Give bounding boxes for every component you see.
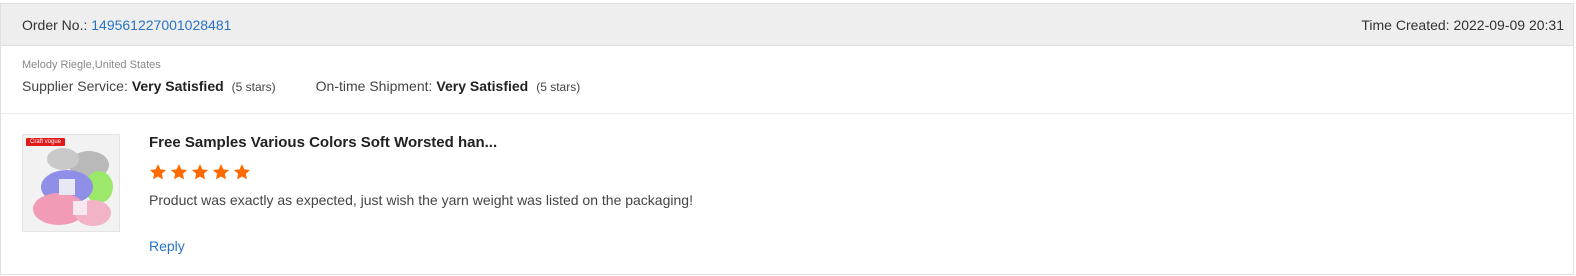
product-title[interactable]: Free Samples Various Colors Soft Worsted… bbox=[149, 134, 497, 151]
reply-link[interactable]: Reply bbox=[149, 238, 185, 254]
product-review: Craft vogue Free Samples Various Colors … bbox=[1, 114, 1573, 274]
review-comment: Product was exactly as expected, just wi… bbox=[149, 192, 693, 208]
shipment-value: Very Satisfied bbox=[436, 78, 529, 94]
yarn-image bbox=[23, 135, 119, 231]
shipment-rating: On-time Shipment: Very Satisfied (5 star… bbox=[316, 78, 581, 94]
supplier-service-value: Very Satisfied bbox=[131, 78, 224, 94]
buyer-name-location: Melody Riegle,United States bbox=[22, 59, 161, 71]
seller-ratings: Supplier Service: Very Satisfied (5 star… bbox=[22, 78, 1552, 94]
brand-tag: Craft vogue bbox=[26, 138, 66, 146]
supplier-service-label: Supplier Service: bbox=[22, 78, 128, 94]
shipment-label: On-time Shipment: bbox=[315, 78, 433, 94]
time-created: Time Created: 2022-09-09 20:31 bbox=[1361, 17, 1564, 33]
time-created-value: 2022-09-09 20:31 bbox=[1453, 16, 1564, 33]
order-number-link[interactable]: 149561227001028481 bbox=[91, 17, 231, 33]
review-stars bbox=[149, 163, 251, 181]
star-icon bbox=[149, 164, 167, 180]
order-header: Order No.: 149561227001028481 Time Creat… bbox=[1, 4, 1573, 46]
shipment-stars: (5 stars) bbox=[536, 80, 581, 94]
supplier-service-rating: Supplier Service: Very Satisfied (5 star… bbox=[22, 78, 276, 94]
star-icon bbox=[170, 164, 188, 180]
order-number-label: Order No.: bbox=[22, 16, 88, 33]
buyer-feedback: Melody Riegle,United States Supplier Ser… bbox=[1, 46, 1573, 114]
star-icon bbox=[212, 164, 230, 180]
review-card: Order No.: 149561227001028481 Time Creat… bbox=[0, 3, 1574, 275]
time-created-label: Time Created: bbox=[1361, 16, 1450, 33]
product-thumbnail[interactable]: Craft vogue bbox=[22, 134, 120, 232]
star-icon bbox=[233, 164, 251, 180]
order-info: Order No.: 149561227001028481 bbox=[22, 17, 231, 33]
supplier-service-stars: (5 stars) bbox=[231, 80, 276, 94]
star-icon bbox=[191, 164, 209, 180]
